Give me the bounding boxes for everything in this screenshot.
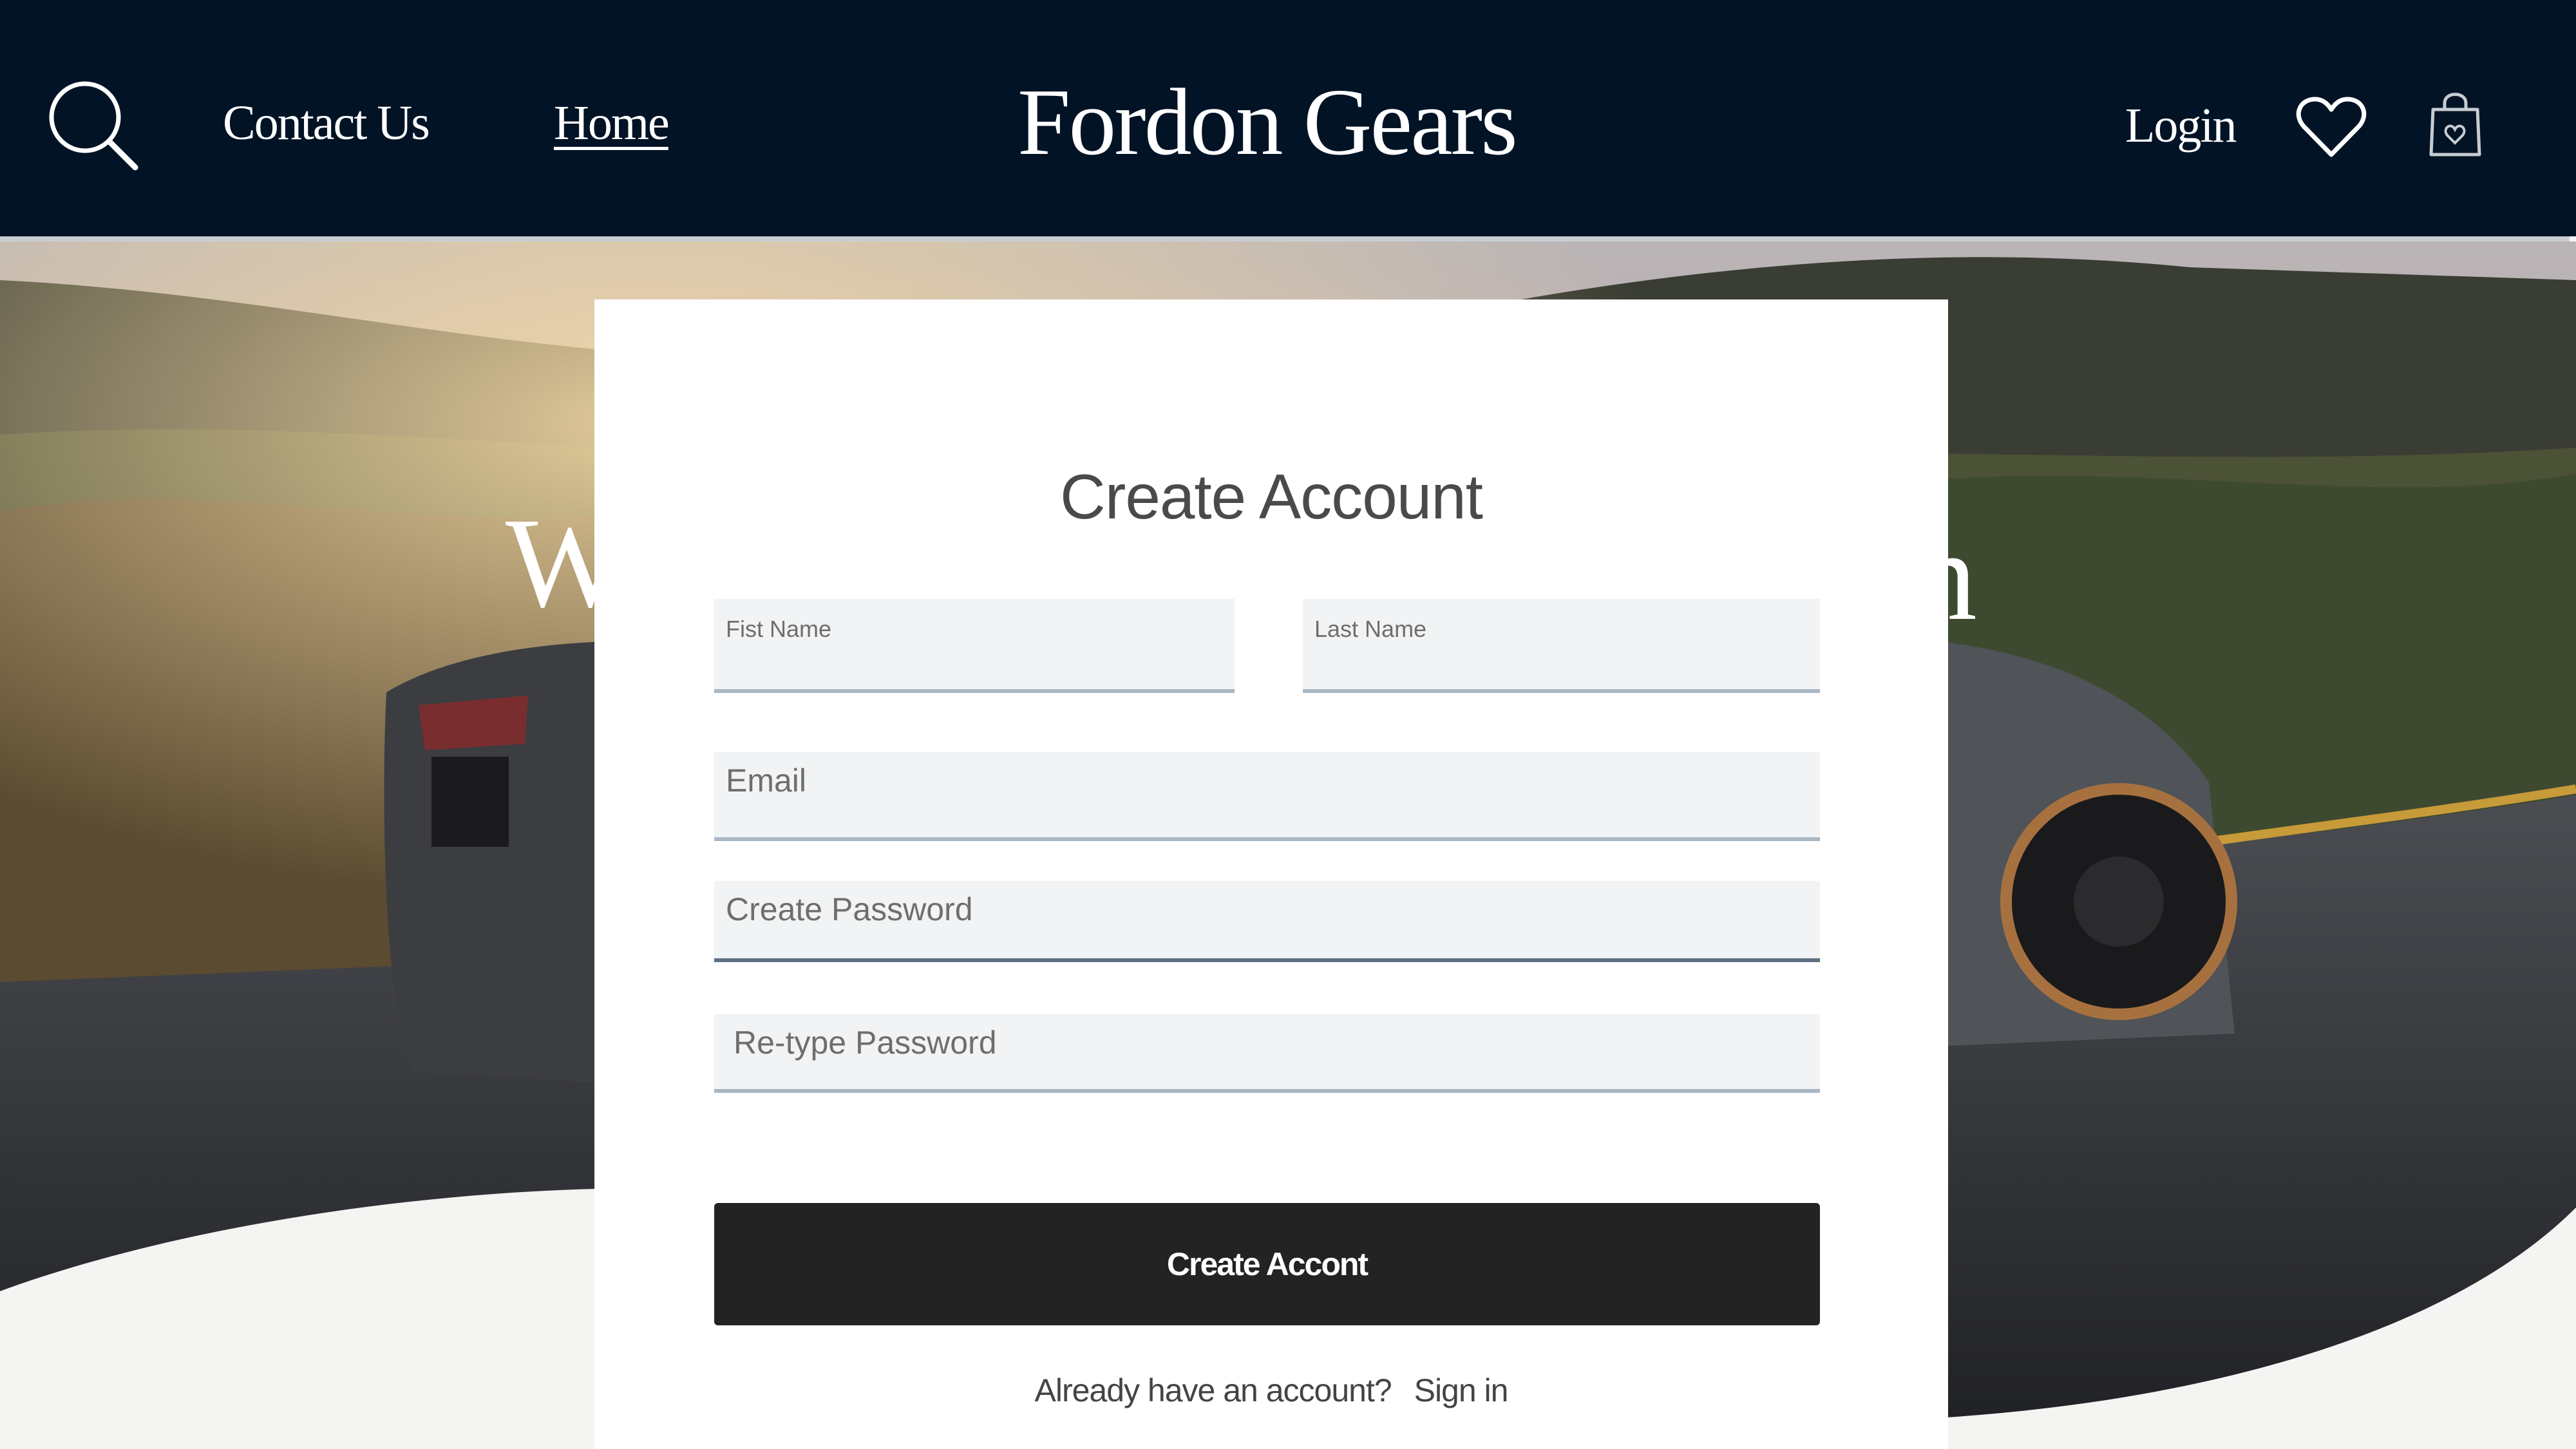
sign-in-link[interactable]: Sign in (1414, 1372, 1509, 1408)
nav-login[interactable]: Login (2125, 98, 2237, 154)
create-password-field[interactable]: Create Password (714, 881, 1820, 962)
nav-home[interactable]: Home (554, 95, 670, 151)
last-name-placeholder: Last Name (1314, 616, 1427, 642)
email-placeholder: Email (726, 762, 807, 799)
form-title: Create Account (1059, 461, 1483, 532)
create-password-placeholder: Create Password (726, 891, 973, 927)
search-icon[interactable] (45, 77, 142, 174)
signin-prompt-text: Already have an account? (1034, 1372, 1392, 1408)
retype-password-field[interactable]: Re-type Password (714, 1014, 1820, 1093)
first-name-field[interactable]: Fist Name (714, 599, 1235, 693)
shopping-bag-icon[interactable] (2428, 90, 2483, 158)
last-name-field[interactable]: Last Name (1303, 599, 1820, 693)
create-account-button-label: Create Accont (1166, 1246, 1368, 1282)
create-account-button[interactable]: Create Accont (714, 1203, 1820, 1325)
heart-icon[interactable] (2296, 95, 2367, 160)
create-account-form: Create Account Fist Name Last Name Email… (594, 299, 1948, 1449)
brand-logo[interactable]: Fordon Gears (1018, 68, 1518, 177)
signin-prompt-row: Already have an account? Sign in (594, 1372, 1948, 1409)
email-field[interactable]: Email (714, 752, 1820, 841)
retype-password-placeholder: Re-type Password (734, 1025, 997, 1061)
site-header: Contact Us Home Fordon Gears Login (0, 0, 2576, 236)
nav-contact-us[interactable]: Contact Us (223, 95, 430, 151)
first-name-placeholder: Fist Name (726, 616, 832, 642)
header-divider (0, 236, 2570, 242)
